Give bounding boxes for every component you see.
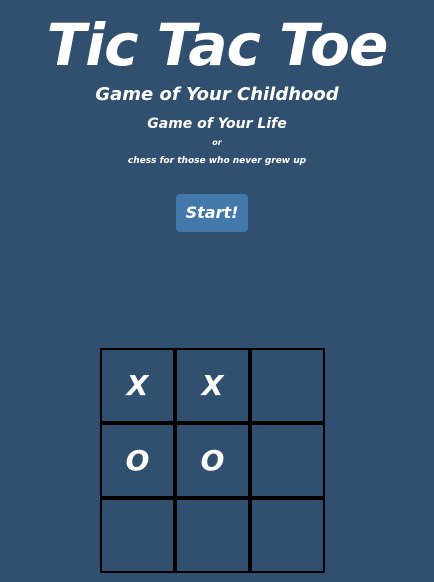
- board-cell-7[interactable]: [100, 498, 175, 573]
- board-cell-3[interactable]: [250, 348, 325, 423]
- subtitle-life: Game of Your Life: [147, 116, 287, 132]
- board-cell-4[interactable]: O: [100, 423, 175, 498]
- game-board: X X O O: [100, 348, 325, 573]
- board-cell-8[interactable]: [175, 498, 250, 573]
- game-title: Tic Tac Toe: [46, 11, 389, 79]
- board-cell-2[interactable]: X: [175, 348, 250, 423]
- board-cell-6[interactable]: [250, 423, 325, 498]
- start-button[interactable]: Start!: [176, 194, 248, 232]
- subtitle-tagline: chess for those who never grew up: [127, 156, 307, 166]
- board-cell-5[interactable]: O: [175, 423, 250, 498]
- subtitle-childhood: Game of Your Childhood: [95, 84, 339, 105]
- subtitle-or: or: [212, 138, 222, 147]
- board-cell-1[interactable]: X: [100, 348, 175, 423]
- board-cell-9[interactable]: [250, 498, 325, 573]
